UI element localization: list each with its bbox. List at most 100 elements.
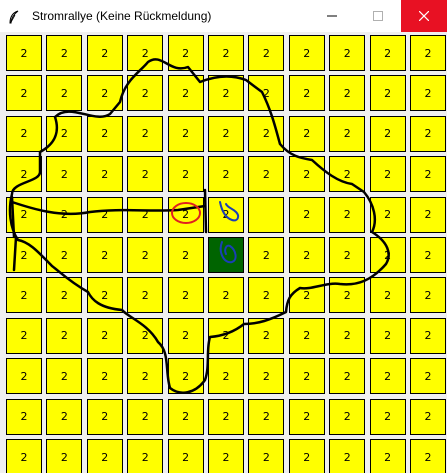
- board-cell[interactable]: 2: [288, 317, 325, 354]
- board-cell[interactable]: 2: [46, 398, 83, 435]
- board-cell[interactable]: 2: [167, 358, 204, 395]
- board-cell[interactable]: 2: [167, 277, 204, 314]
- board-cell[interactable]: 2: [127, 237, 164, 273]
- board-cell[interactable]: 2: [288, 439, 325, 473]
- board-cell[interactable]: 2: [6, 115, 42, 152]
- board-cell[interactable]: 2: [288, 35, 325, 71]
- board-cell[interactable]: 2: [127, 156, 164, 193]
- board-cell[interactable]: 2: [288, 277, 325, 314]
- board-cell[interactable]: 2: [208, 196, 244, 233]
- board-cell[interactable]: 2: [248, 439, 285, 473]
- board-cell[interactable]: 2: [6, 358, 42, 395]
- board-cell[interactable]: 2: [86, 196, 123, 233]
- board-cell[interactable]: 2: [127, 196, 164, 233]
- board-cell[interactable]: 2: [369, 398, 406, 435]
- board-cell[interactable]: 2: [86, 35, 123, 71]
- board-cell[interactable]: 2: [46, 237, 83, 273]
- board-cell[interactable]: 2: [248, 358, 285, 395]
- board-cell[interactable]: 2: [167, 156, 204, 193]
- board-cell[interactable]: 2: [46, 75, 83, 112]
- board-cell[interactable]: 2: [329, 439, 366, 473]
- board-cell[interactable]: 2: [369, 75, 406, 112]
- board-cell[interactable]: 2: [46, 439, 83, 473]
- board-cell[interactable]: 2: [369, 317, 406, 354]
- board-cell[interactable]: 2: [369, 35, 406, 71]
- board-cell[interactable]: 2: [127, 317, 164, 354]
- board-cell[interactable]: 2: [288, 115, 325, 152]
- board-cell[interactable]: 2: [329, 35, 366, 71]
- board-cell[interactable]: 2: [410, 439, 446, 473]
- board-cell[interactable]: 2: [410, 237, 446, 273]
- board-cell[interactable]: 2: [208, 115, 244, 152]
- board-cell[interactable]: 2: [167, 35, 204, 71]
- board-cell[interactable]: 2: [86, 237, 123, 273]
- close-button[interactable]: [401, 0, 447, 32]
- board-cell[interactable]: 2: [127, 35, 164, 71]
- board-cell[interactable]: 2: [46, 115, 83, 152]
- board-cell[interactable]: 2: [329, 115, 366, 152]
- board-cell[interactable]: 2: [6, 277, 42, 314]
- board-cell[interactable]: 2: [410, 358, 446, 395]
- board-cell[interactable]: 2: [127, 115, 164, 152]
- board-cell-special[interactable]: [208, 237, 244, 273]
- board-cell[interactable]: 2: [208, 156, 244, 193]
- board-cell[interactable]: 2: [6, 156, 42, 193]
- board-cell[interactable]: 2: [410, 35, 446, 71]
- board-cell[interactable]: 2: [329, 237, 366, 273]
- board-cell[interactable]: 2: [369, 115, 406, 152]
- board-cell[interactable]: 2: [369, 277, 406, 314]
- board-cell[interactable]: 2: [208, 439, 244, 473]
- board-cell[interactable]: 2: [410, 196, 446, 233]
- board-cell[interactable]: 2: [6, 237, 42, 273]
- board-cell[interactable]: 2: [329, 75, 366, 112]
- board-cell[interactable]: 2: [410, 277, 446, 314]
- board-cell[interactable]: 2: [410, 115, 446, 152]
- board-cell[interactable]: 2: [46, 317, 83, 354]
- board-cell[interactable]: 2: [288, 398, 325, 435]
- board-cell[interactable]: 2: [248, 35, 285, 71]
- board-cell[interactable]: 2: [208, 358, 244, 395]
- board-cell[interactable]: 2: [86, 115, 123, 152]
- board-cell[interactable]: 2: [86, 317, 123, 354]
- board-cell[interactable]: 2: [167, 196, 204, 233]
- board-cell[interactable]: 2: [369, 237, 406, 273]
- board-cell[interactable]: 2: [248, 156, 285, 193]
- board-cell[interactable]: 2: [167, 398, 204, 435]
- minimize-button[interactable]: [309, 0, 355, 32]
- board-cell[interactable]: 2: [127, 75, 164, 112]
- board-cell[interactable]: 2: [86, 358, 123, 395]
- board-cell[interactable]: 2: [288, 196, 325, 233]
- board-cell[interactable]: 2: [208, 277, 244, 314]
- board-cell[interactable]: 2: [288, 358, 325, 395]
- maximize-button[interactable]: [355, 0, 401, 32]
- board-cell[interactable]: 2: [6, 75, 42, 112]
- board-cell[interactable]: [248, 196, 285, 233]
- board-cell[interactable]: 2: [410, 398, 446, 435]
- board-cell[interactable]: 2: [46, 277, 83, 314]
- board-cell[interactable]: 2: [329, 156, 366, 193]
- board-cell[interactable]: 2: [329, 277, 366, 314]
- board-cell[interactable]: 2: [6, 398, 42, 435]
- board-cell[interactable]: 2: [369, 196, 406, 233]
- board-cell[interactable]: 2: [127, 398, 164, 435]
- board-cell[interactable]: 2: [248, 317, 285, 354]
- board-cell[interactable]: 2: [167, 439, 204, 473]
- board-cell[interactable]: 2: [248, 398, 285, 435]
- board-cell[interactable]: 2: [369, 156, 406, 193]
- board-cell[interactable]: 2: [410, 75, 446, 112]
- board-cell[interactable]: 2: [46, 35, 83, 71]
- board-cell[interactable]: 2: [46, 358, 83, 395]
- board-cell[interactable]: 2: [329, 398, 366, 435]
- board-cell[interactable]: 2: [410, 156, 446, 193]
- board-cell[interactable]: 2: [288, 237, 325, 273]
- board-cell[interactable]: 2: [248, 237, 285, 273]
- board-cell[interactable]: 2: [329, 358, 366, 395]
- board-cell[interactable]: 2: [248, 115, 285, 152]
- board-cell[interactable]: 2: [6, 317, 42, 354]
- board-cell[interactable]: 2: [46, 196, 83, 233]
- board-cell[interactable]: 2: [86, 439, 123, 473]
- board-cell[interactable]: 2: [248, 277, 285, 314]
- board-cell[interactable]: 2: [127, 277, 164, 314]
- board-cell[interactable]: 2: [86, 75, 123, 112]
- board-cell[interactable]: 2: [127, 439, 164, 473]
